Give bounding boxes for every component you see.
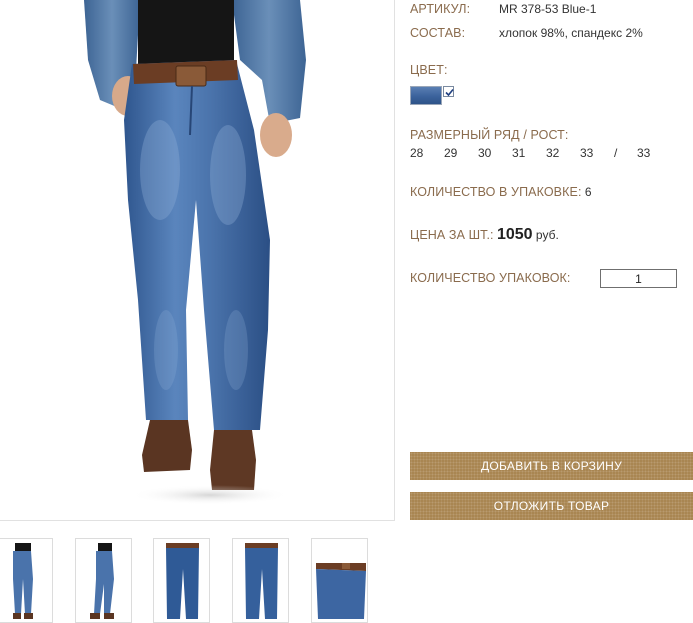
- checkmark-icon: [445, 88, 454, 97]
- pack-qty-row: КОЛИЧЕСТВО В УПАКОВКЕ: 6: [410, 185, 592, 199]
- thumbnail-image: [166, 543, 199, 619]
- size-separator: /: [614, 146, 618, 160]
- color-swatch[interactable]: [410, 86, 442, 105]
- color-checkbox[interactable]: [443, 86, 454, 97]
- thumbnail-side[interactable]: [75, 538, 132, 623]
- size-list: 28 29 30 31 32 33 / 33: [410, 146, 670, 160]
- jeans-photo: [0, 0, 394, 520]
- composition-label: СОСТАВ:: [410, 26, 466, 40]
- size-value: 32: [546, 146, 560, 160]
- thumbnail-detail[interactable]: [311, 538, 368, 623]
- composition-value: хлопок 98%, спандекс 2%: [499, 26, 643, 40]
- price-label: ЦЕНА ЗА ШТ.:: [410, 228, 494, 242]
- thumbnail-front[interactable]: [0, 538, 53, 623]
- height-value: 33: [637, 146, 651, 160]
- article-row: АРТИКУЛ: MR 378-53 Blue-1: [410, 2, 596, 16]
- article-label: АРТИКУЛ:: [410, 2, 471, 16]
- postpone-button[interactable]: ОТЛОЖИТЬ ТОВАР: [410, 492, 693, 520]
- pack-qty-value: 6: [584, 185, 592, 199]
- size-row: РАЗМЕРНЫЙ РЯД / РОСТ:: [410, 128, 568, 142]
- thumbnail-image: [13, 543, 33, 619]
- size-value: 30: [478, 146, 492, 160]
- thumbnail-image: [245, 543, 278, 619]
- thumbnail-flat-back[interactable]: [232, 538, 289, 623]
- thumbnail-image: [316, 563, 366, 619]
- thumbnail-image: [90, 543, 114, 619]
- color-row: ЦВЕТ:: [410, 63, 448, 77]
- size-value: 28: [410, 146, 424, 160]
- pack-qty-label: КОЛИЧЕСТВО В УПАКОВКЕ:: [410, 185, 582, 199]
- packs-quantity-input[interactable]: [600, 269, 677, 288]
- thumbnail-flat-front[interactable]: [153, 538, 210, 623]
- size-value: 29: [444, 146, 458, 160]
- packs-row: КОЛИЧЕСТВО УПАКОВОК:: [410, 271, 570, 285]
- composition-row: СОСТАВ: хлопок 98%, спандекс 2%: [410, 26, 643, 40]
- color-label: ЦВЕТ:: [410, 63, 448, 77]
- price-value: 1050: [496, 226, 533, 243]
- size-value: 31: [512, 146, 526, 160]
- price-row: ЦЕНА ЗА ШТ.: 1050 руб.: [410, 226, 559, 244]
- price-currency: руб.: [535, 228, 559, 242]
- size-label: РАЗМЕРНЫЙ РЯД / РОСТ:: [410, 128, 569, 142]
- article-value: MR 378-53 Blue-1: [499, 2, 597, 16]
- packs-label: КОЛИЧЕСТВО УПАКОВОК:: [410, 271, 571, 285]
- add-to-cart-button[interactable]: ДОБАВИТЬ В КОРЗИНУ: [410, 452, 693, 480]
- main-product-image[interactable]: [0, 0, 395, 521]
- size-value: 33: [580, 146, 594, 160]
